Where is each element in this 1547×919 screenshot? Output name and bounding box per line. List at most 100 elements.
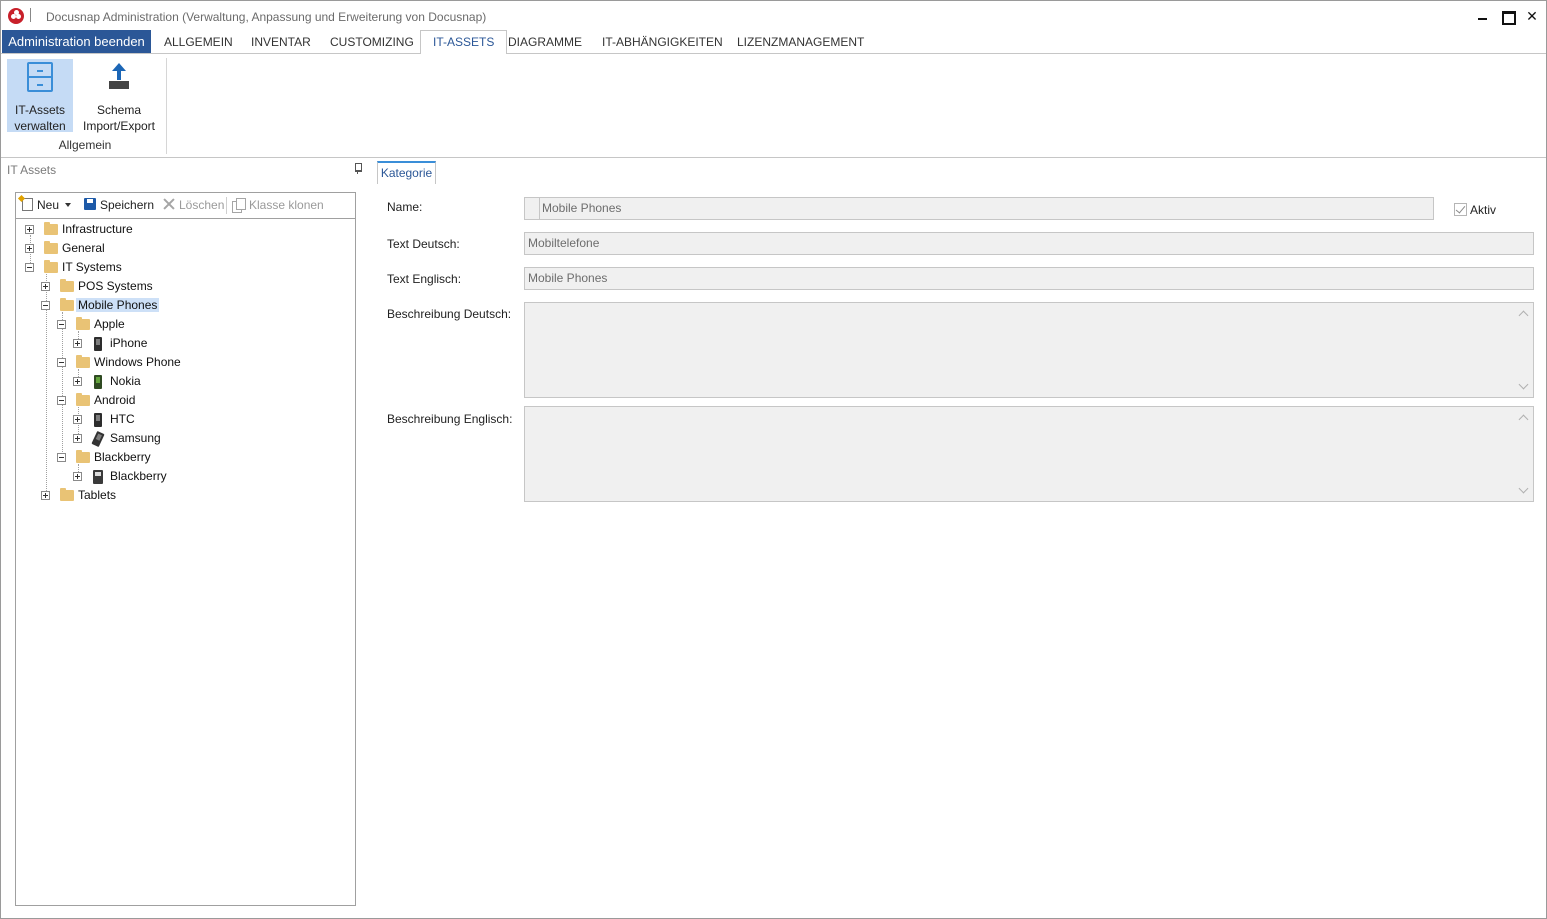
it-assets-tree-panel: Neu Speichern Löschen Klasse klonen Infr… [15, 192, 356, 906]
aktiv-label: Aktiv [1470, 203, 1497, 217]
tree-node-label: Infrastructure [62, 222, 133, 236]
text-englisch-label: Text Englisch: [387, 272, 462, 286]
tree-node[interactable]: iPhone [73, 335, 273, 353]
tree-toolbar: Neu Speichern Löschen Klasse klonen [16, 193, 355, 219]
beschreibung-englisch-label: Beschreibung Englisch: [387, 412, 513, 426]
tree-node-label: Samsung [110, 431, 161, 445]
upload-icon [109, 63, 129, 89]
expand-icon[interactable] [73, 415, 82, 424]
tab-kategorie[interactable]: Kategorie [377, 161, 436, 184]
new-label: Neu [37, 198, 60, 212]
schema-import-export-label: Schema Import/Export [82, 103, 156, 133]
save-button[interactable]: Speichern [84, 198, 154, 212]
it-assets-verwalten-button[interactable]: IT-Assets verwalten [7, 59, 73, 133]
tree-node[interactable]: Mobile Phones [41, 297, 241, 315]
scroll-down-icon[interactable] [1518, 379, 1529, 390]
collapse-icon[interactable] [57, 320, 66, 329]
ribbon-group-separator [166, 58, 167, 154]
tree-node[interactable]: Blackberry [73, 468, 273, 486]
tree-node-label: Tablets [78, 488, 117, 502]
administration-beenden-tab[interactable]: Administration beenden [2, 30, 151, 53]
tab-diagramme[interactable]: DIAGRAMME [496, 30, 594, 54]
expand-icon[interactable] [41, 282, 50, 291]
phone-icon [91, 430, 105, 448]
tree-node[interactable]: Blackberry [57, 449, 257, 467]
tab-lizenzmanagement[interactable]: LIZENZMANAGEMENT [725, 30, 876, 54]
collapse-icon[interactable] [41, 301, 50, 310]
expand-icon[interactable] [73, 339, 82, 348]
collapse-icon[interactable] [25, 263, 34, 272]
docusnap-logo-icon[interactable] [8, 8, 24, 24]
folder-icon [76, 450, 90, 463]
tree-node-label: General [62, 241, 105, 255]
clone-icon [232, 198, 246, 213]
name-field-prefix [525, 198, 540, 219]
tab-customizing[interactable]: CUSTOMIZING [318, 30, 426, 54]
tree-node[interactable]: General [25, 240, 225, 258]
minimize-button[interactable] [1474, 7, 1492, 25]
tree-node-label: IT Systems [62, 260, 122, 274]
delete-button[interactable]: Löschen [163, 198, 224, 212]
tree-node[interactable]: Samsung [73, 430, 273, 448]
folder-icon [60, 279, 74, 292]
new-icon [22, 198, 33, 211]
tree-node[interactable]: POS Systems [41, 278, 241, 296]
collapse-icon[interactable] [57, 358, 66, 367]
maximize-button[interactable] [1499, 7, 1517, 25]
text-deutsch-field[interactable]: Mobiltelefone [524, 232, 1534, 255]
aktiv-checkbox[interactable] [1454, 203, 1467, 216]
text-englisch-field[interactable]: Mobile Phones [524, 267, 1534, 290]
name-label: Name: [387, 200, 423, 214]
tree-node[interactable]: Tablets [41, 487, 241, 505]
tree-node[interactable]: Windows Phone [57, 354, 257, 372]
scroll-up-icon[interactable] [1518, 310, 1529, 321]
folder-icon [44, 222, 58, 235]
folder-icon [44, 241, 58, 254]
expand-icon[interactable] [41, 491, 50, 500]
expand-icon[interactable] [73, 434, 82, 443]
beschreibung-deutsch-label: Beschreibung Deutsch: [387, 307, 512, 321]
tab-it-assets[interactable]: IT-ASSETS [420, 30, 508, 55]
phone-icon [94, 413, 102, 427]
expand-icon[interactable] [73, 472, 82, 481]
name-field[interactable]: Mobile Phones [524, 197, 1434, 220]
folder-icon [60, 298, 74, 311]
collapse-icon[interactable] [57, 453, 66, 462]
expand-icon[interactable] [73, 377, 82, 386]
scroll-up-icon[interactable] [1518, 414, 1529, 425]
folder-icon [76, 393, 90, 406]
tree-node-label: HTC [110, 412, 135, 426]
beschreibung-deutsch-field[interactable] [524, 302, 1534, 398]
expand-icon[interactable] [25, 225, 34, 234]
tree-node[interactable]: Android [57, 392, 257, 410]
collapse-icon[interactable] [57, 396, 66, 405]
tab-it-abhaengigkeiten[interactable]: IT-ABHÄNGIGKEITEN [590, 30, 735, 54]
ribbon-body: IT-Assets verwalten Schema Import/Export… [1, 54, 1546, 158]
folder-icon [76, 355, 90, 368]
ribbon-group-label: Allgemein [58, 138, 112, 152]
tree-node[interactable]: HTC [73, 411, 273, 429]
tree-node-label: Blackberry [94, 450, 151, 464]
beschreibung-englisch-field[interactable] [524, 406, 1534, 502]
scroll-down-icon[interactable] [1518, 483, 1529, 494]
tree-node[interactable]: Infrastructure [25, 221, 225, 239]
expand-icon[interactable] [25, 244, 34, 253]
chevron-down-icon[interactable] [65, 203, 72, 207]
close-button[interactable]: ✕ [1523, 7, 1541, 25]
tree-node[interactable]: Nokia [73, 373, 273, 391]
new-button[interactable]: Neu [22, 198, 72, 212]
scrollbar[interactable] [1516, 408, 1532, 500]
save-label: Speichern [100, 198, 155, 212]
tab-inventar[interactable]: INVENTAR [239, 30, 323, 54]
phone-icon [93, 470, 103, 484]
scrollbar[interactable] [1516, 304, 1532, 396]
tree-node[interactable]: Apple [57, 316, 257, 334]
clone-class-button[interactable]: Klasse klonen [232, 198, 324, 213]
tab-allgemein[interactable]: ALLGEMEIN [152, 30, 245, 54]
tree-node-label: Apple [94, 317, 125, 331]
tree-node-label: POS Systems [78, 279, 153, 293]
pin-icon[interactable] [354, 163, 362, 174]
tree-node[interactable]: IT Systems [25, 259, 225, 277]
schema-import-export-button[interactable]: Schema Import/Export [79, 59, 159, 133]
window-title: Docusnap Administration (Verwaltung, Anp… [46, 10, 487, 24]
